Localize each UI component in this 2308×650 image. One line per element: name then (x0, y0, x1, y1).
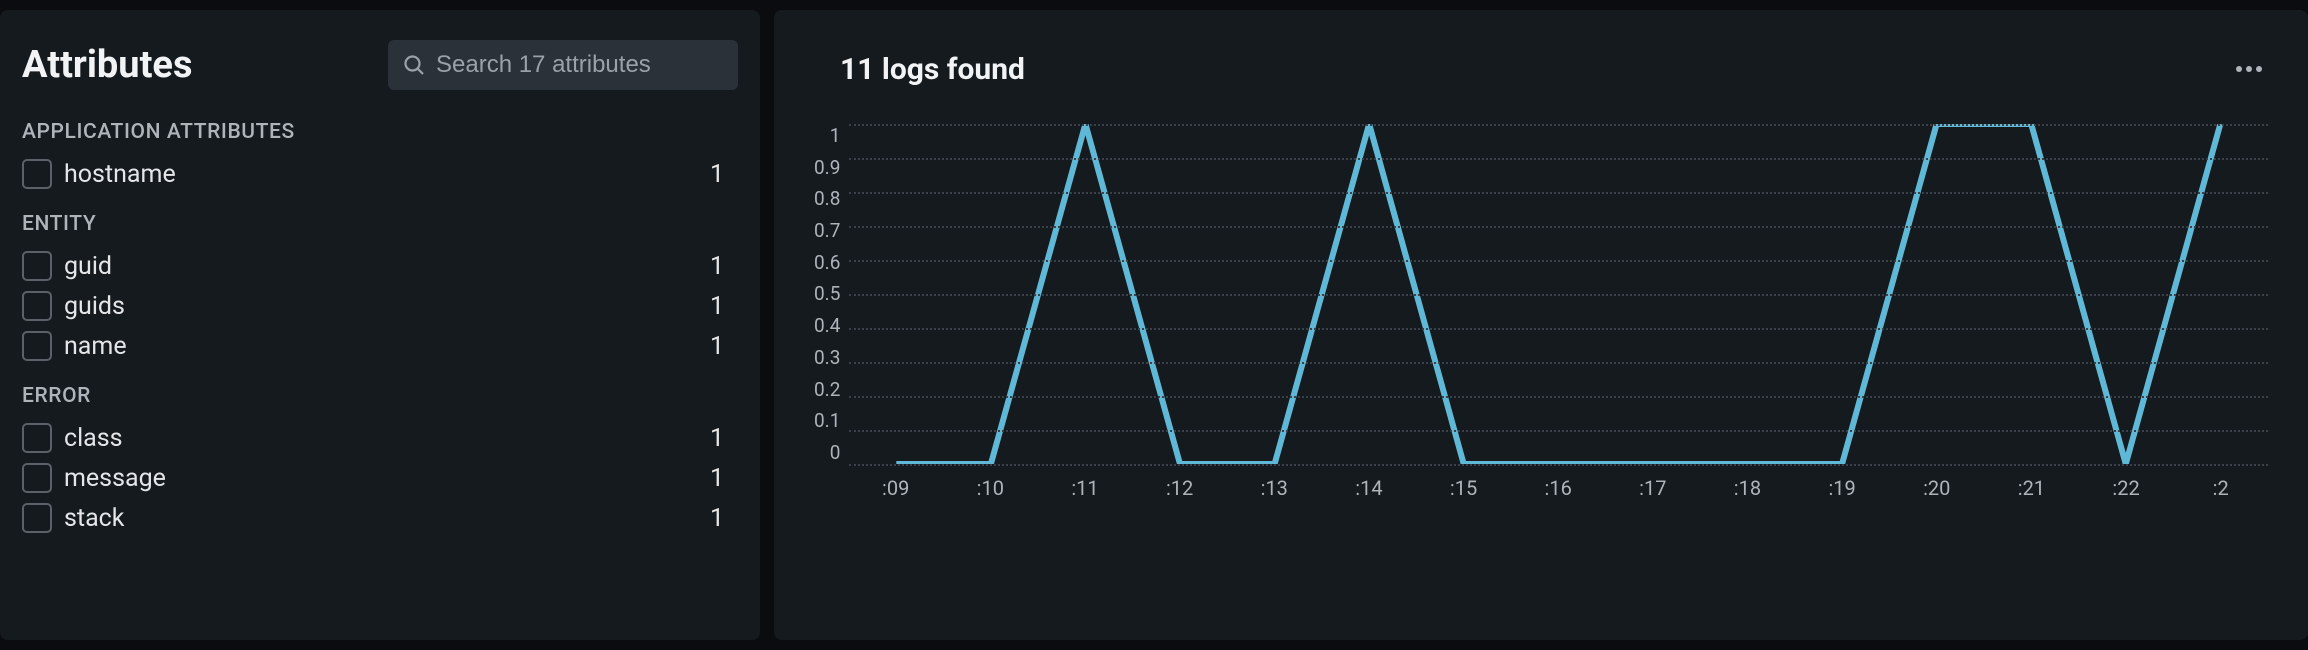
attribute-row[interactable]: message1 (22, 458, 738, 498)
attribute-label: guids (64, 292, 710, 321)
search-icon (402, 53, 426, 77)
grid-line (849, 294, 2268, 296)
ellipsis-icon (2235, 65, 2263, 73)
x-tick: :20 (1889, 476, 1984, 500)
x-tick: :21 (1984, 476, 2079, 500)
y-tick: 0.2 (814, 378, 840, 401)
x-tick: :18 (1700, 476, 1795, 500)
attribute-label: guid (64, 252, 710, 281)
search-wrap[interactable] (388, 40, 738, 90)
x-tick: :19 (1795, 476, 1890, 500)
chart: 1 0.9 0.8 0.7 0.6 0.5 0.4 0.3 0.2 0.1 0 :09:10:11:… (814, 124, 2268, 610)
y-tick: 0.1 (814, 409, 840, 432)
plot-area: :09:10:11:12:13:14:15:16:17:18:19:20:21:… (848, 124, 2268, 610)
attribute-groups: APPLICATION ATTRIBUTEShostname1ENTITYgui… (22, 120, 738, 538)
attribute-label: hostname (64, 160, 710, 189)
group-label: APPLICATION ATTRIBUTES (22, 120, 738, 144)
attribute-checkbox[interactable] (22, 251, 52, 281)
grid-line (849, 396, 2268, 398)
y-tick: 0.5 (814, 282, 840, 305)
attribute-count: 1 (710, 160, 738, 189)
attribute-checkbox[interactable] (22, 159, 52, 189)
y-axis: 1 0.9 0.8 0.7 0.6 0.5 0.4 0.3 0.2 0.1 0 (814, 124, 848, 464)
grid-line (849, 226, 2268, 228)
attribute-label: class (64, 424, 710, 453)
attribute-count: 1 (710, 252, 738, 281)
grid-line (849, 158, 2268, 160)
attribute-row[interactable]: class1 (22, 418, 738, 458)
x-tick: :16 (1511, 476, 1606, 500)
attribute-count: 1 (710, 464, 738, 493)
y-tick: 0.8 (814, 187, 840, 210)
attribute-count: 1 (710, 292, 738, 321)
group-label: ERROR (22, 384, 738, 408)
attribute-row[interactable]: name1 (22, 326, 738, 366)
group-label: ENTITY (22, 212, 738, 236)
grid-line (849, 430, 2268, 432)
grid-line (849, 464, 2268, 466)
y-tick: 0.7 (814, 219, 840, 242)
x-tick: :2 (2173, 476, 2268, 500)
y-tick: 1 (830, 124, 841, 147)
grid-line (849, 192, 2268, 194)
x-tick: :15 (1416, 476, 1511, 500)
x-tick: :17 (1606, 476, 1701, 500)
grid-line (849, 328, 2268, 330)
attribute-count: 1 (710, 424, 738, 453)
y-tick: 0.6 (814, 251, 840, 274)
y-tick: 0 (830, 441, 841, 464)
attribute-row[interactable]: guids1 (22, 286, 738, 326)
grid-line (849, 260, 2268, 262)
grid-line (849, 124, 2268, 126)
x-axis: :09:10:11:12:13:14:15:16:17:18:19:20:21:… (848, 476, 2268, 500)
x-tick: :10 (943, 476, 1038, 500)
attribute-checkbox[interactable] (22, 503, 52, 533)
attribute-label: message (64, 464, 710, 493)
x-tick: :09 (848, 476, 943, 500)
attribute-checkbox[interactable] (22, 463, 52, 493)
attribute-checkbox[interactable] (22, 331, 52, 361)
search-input[interactable] (436, 51, 724, 79)
logs-header: 11 logs found (814, 50, 2268, 88)
y-tick: 0.3 (814, 346, 840, 369)
attributes-title: Attributes (22, 43, 192, 87)
attribute-row[interactable]: hostname1 (22, 154, 738, 194)
attributes-panel: Attributes APPLICATION ATTRIBUTES hostnam… (0, 10, 760, 640)
attribute-checkbox[interactable] (22, 291, 52, 321)
attribute-count: 1 (710, 332, 738, 361)
x-tick: :14 (1322, 476, 1417, 500)
logs-panel: 11 logs found 1 0.9 0.8 0.7 0.6 0.5 0.4 0.3 0.2 0… (774, 10, 2308, 640)
grid-line (849, 362, 2268, 364)
attribute-count: 1 (710, 504, 738, 533)
logs-title: 11 logs found (814, 52, 1025, 87)
attribute-row[interactable]: guid1 (22, 246, 738, 286)
attribute-row[interactable]: stack1 (22, 498, 738, 538)
y-tick: 0.4 (814, 314, 840, 337)
more-menu-button[interactable] (2230, 50, 2268, 88)
x-tick: :11 (1038, 476, 1133, 500)
sidebar-header: Attributes (22, 40, 738, 90)
x-tick: :12 (1132, 476, 1227, 500)
attribute-label: name (64, 332, 710, 361)
attribute-checkbox[interactable] (22, 423, 52, 453)
x-tick: :13 (1227, 476, 1322, 500)
attribute-label: stack (64, 504, 710, 533)
y-tick: 0.9 (814, 156, 840, 179)
x-tick: :22 (2079, 476, 2174, 500)
plot[interactable] (848, 124, 2268, 464)
